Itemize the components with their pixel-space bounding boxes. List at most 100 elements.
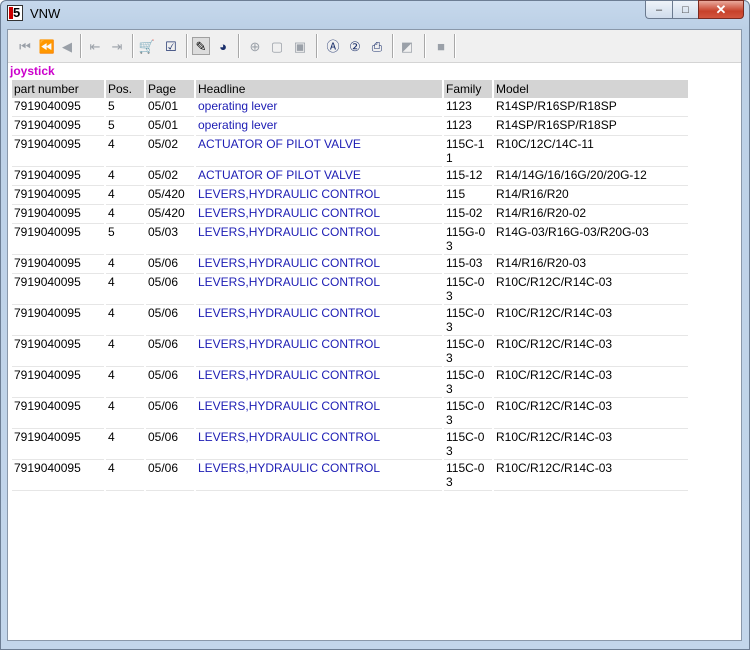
headline-link[interactable]: LEVERS,HYDRAULIC CONTROL bbox=[196, 336, 442, 367]
previous-record-icon: ◀ bbox=[62, 38, 72, 54]
first-record-icon: ⏮ bbox=[19, 38, 31, 54]
page-fit-button[interactable]: ▣ bbox=[291, 37, 309, 55]
stop-button[interactable]: ■ bbox=[432, 37, 450, 55]
eraser-button[interactable]: ◩ bbox=[398, 37, 416, 55]
model-cell: R10C/R12C/R14C-03 bbox=[494, 274, 688, 305]
part-number-cell: 7919040095 bbox=[12, 186, 104, 205]
header-page[interactable]: Page bbox=[146, 80, 194, 98]
previous-page-icon: ⏪ bbox=[38, 38, 56, 54]
minimize-button[interactable]: – bbox=[645, 0, 672, 19]
export-left-button[interactable]: ⇤ bbox=[86, 37, 104, 55]
part-number-cell: 7919040095 bbox=[12, 117, 104, 136]
model-cell: R10C/R12C/R14C-03 bbox=[494, 336, 688, 367]
page-fit-icon: ▣ bbox=[293, 38, 307, 54]
table-row[interactable]: 7919040095 4 05/06 LEVERS,HYDRAULIC CONTROL… bbox=[12, 255, 688, 274]
model-cell: R14SP/R16SP/R18SP bbox=[494, 117, 688, 136]
headline-link[interactable]: ACTUATOR OF PILOT VALVE bbox=[196, 136, 442, 167]
headline-link[interactable]: LEVERS,HYDRAULIC CONTROL bbox=[196, 205, 442, 224]
maximize-button[interactable]: □ bbox=[672, 0, 698, 19]
headline-link[interactable]: LEVERS,HYDRAULIC CONTROL bbox=[196, 274, 442, 305]
page-cell: 05/02 bbox=[146, 167, 194, 186]
page-view-button[interactable]: ▢ bbox=[268, 37, 286, 55]
header-part-number[interactable]: part number bbox=[12, 80, 104, 98]
table-row[interactable]: 7919040095 4 05/06 LEVERS,HYDRAULIC CONTROL… bbox=[12, 429, 688, 460]
pos-cell: 5 bbox=[106, 224, 144, 255]
search-a-button[interactable]: Ⓐ bbox=[324, 37, 342, 55]
model-cell: R10C/R12C/R14C-03 bbox=[494, 398, 688, 429]
checklist-icon: ☑ bbox=[165, 38, 177, 54]
app-icon[interactable]: 5 bbox=[7, 5, 23, 21]
search-2-button[interactable]: ② bbox=[346, 37, 364, 55]
toolbar-separator bbox=[80, 34, 82, 58]
model-cell: R10C/12C/14C-11 bbox=[494, 136, 688, 167]
table-row[interactable]: 7919040095 4 05/06 LEVERS,HYDRAULIC CONTROL… bbox=[12, 305, 688, 336]
header-headline[interactable]: Headline bbox=[196, 80, 442, 98]
table-row[interactable]: 7919040095 4 05/420 LEVERS,HYDRAULIC CONTRO… bbox=[12, 205, 688, 224]
export-left-icon: ⇤ bbox=[89, 38, 101, 54]
pos-cell: 4 bbox=[106, 205, 144, 224]
headline-link[interactable]: operating lever bbox=[196, 98, 442, 117]
family-cell: 115C-03 bbox=[444, 398, 492, 429]
family-cell: 115C-03 bbox=[444, 336, 492, 367]
table-row[interactable]: 7919040095 5 05/01 operating lever 1123 R14SP… bbox=[12, 117, 688, 136]
part-number-cell: 7919040095 bbox=[12, 224, 104, 255]
part-number-cell: 7919040095 bbox=[12, 205, 104, 224]
headline-link[interactable]: LEVERS,HYDRAULIC CONTROL bbox=[196, 305, 442, 336]
page-cell: 05/06 bbox=[146, 274, 194, 305]
headline-link[interactable]: operating lever bbox=[196, 117, 442, 136]
part-number-cell: 7919040095 bbox=[12, 429, 104, 460]
table-row[interactable]: 7919040095 5 05/03 LEVERS,HYDRAULIC CONTROL… bbox=[12, 224, 688, 255]
table-row[interactable]: 7919040095 4 05/02 ACTUATOR OF PILOT VALVE 1… bbox=[12, 167, 688, 186]
zoom-in-button[interactable]: ⊕ bbox=[246, 37, 264, 55]
client-area: ⏮ ⏪ ◀ ⇤ ⇥ 🛒 ☑ ✎ ◕ ⊕ ▢ ▣ Ⓐ ② ⎙ ◩ ■ joystick part number P… bbox=[7, 29, 742, 641]
headline-link[interactable]: LEVERS,HYDRAULIC CONTROL bbox=[196, 186, 442, 205]
headline-link[interactable]: LEVERS,HYDRAULIC CONTROL bbox=[196, 224, 442, 255]
cart-button[interactable]: 🛒 bbox=[138, 37, 156, 55]
model-cell: R10C/R12C/R14C-03 bbox=[494, 460, 688, 491]
export-right-button[interactable]: ⇥ bbox=[108, 37, 126, 55]
table-row[interactable]: 7919040095 4 05/02 ACTUATOR OF PILOT VALVE 1… bbox=[12, 136, 688, 167]
header-model[interactable]: Model bbox=[494, 80, 688, 98]
previous-page-button[interactable]: ⏪ bbox=[38, 37, 56, 55]
results-panel: joystick part number Pos. Page Headline … bbox=[8, 62, 741, 640]
first-record-button[interactable]: ⏮ bbox=[16, 37, 34, 55]
minimize-icon: – bbox=[655, 3, 663, 16]
table-row[interactable]: 7919040095 4 05/06 LEVERS,HYDRAULIC CONTROL… bbox=[12, 460, 688, 491]
page-cell: 05/02 bbox=[146, 136, 194, 167]
part-number-cell: 7919040095 bbox=[12, 305, 104, 336]
close-button[interactable]: ✕ bbox=[698, 0, 744, 19]
previous-record-button[interactable]: ◀ bbox=[58, 37, 76, 55]
headline-link[interactable]: LEVERS,HYDRAULIC CONTROL bbox=[196, 460, 442, 491]
table-row[interactable]: 7919040095 4 05/06 LEVERS,HYDRAULIC CONTROL… bbox=[12, 367, 688, 398]
headline-link[interactable]: LEVERS,HYDRAULIC CONTROL bbox=[196, 398, 442, 429]
table-row[interactable]: 7919040095 4 05/06 LEVERS,HYDRAULIC CONTROL… bbox=[12, 398, 688, 429]
print-button[interactable]: ⎙ bbox=[368, 37, 386, 55]
table-header-row: part number Pos. Page Headline Family Mo… bbox=[12, 80, 688, 98]
table-row[interactable]: 7919040095 4 05/420 LEVERS,HYDRAULIC CONTRO… bbox=[12, 186, 688, 205]
page-cell: 05/06 bbox=[146, 398, 194, 429]
table-row[interactable]: 7919040095 4 05/06 LEVERS,HYDRAULIC CONTROL… bbox=[12, 274, 688, 305]
globe-button[interactable]: ◕ bbox=[214, 37, 232, 55]
headline-link[interactable]: LEVERS,HYDRAULIC CONTROL bbox=[196, 429, 442, 460]
table-row[interactable]: 7919040095 5 05/01 operating lever 1123 R14SP… bbox=[12, 98, 688, 117]
headline-link[interactable]: LEVERS,HYDRAULIC CONTROL bbox=[196, 367, 442, 398]
header-pos[interactable]: Pos. bbox=[106, 80, 144, 98]
part-number-cell: 7919040095 bbox=[12, 274, 104, 305]
headline-link[interactable]: ACTUATOR OF PILOT VALVE bbox=[196, 167, 442, 186]
table-row[interactable]: 7919040095 4 05/06 LEVERS,HYDRAULIC CONTROL… bbox=[12, 336, 688, 367]
search-2-icon: ② bbox=[349, 38, 361, 54]
page-cell: 05/06 bbox=[146, 255, 194, 274]
checklist-button[interactable]: ☑ bbox=[162, 37, 180, 55]
header-family[interactable]: Family bbox=[444, 80, 492, 98]
page-cell: 05/420 bbox=[146, 205, 194, 224]
headline-link[interactable]: LEVERS,HYDRAULIC CONTROL bbox=[196, 255, 442, 274]
marker-icon: ✎ bbox=[195, 38, 207, 54]
search-term-label: joystick bbox=[10, 64, 55, 78]
model-cell: R14SP/R16SP/R18SP bbox=[494, 98, 688, 117]
toolbar-separator bbox=[238, 34, 240, 58]
pos-cell: 4 bbox=[106, 429, 144, 460]
toolbar-separator bbox=[316, 34, 318, 58]
title-bar[interactable]: 5 VNW – □ ✕ bbox=[0, 0, 750, 28]
page-view-icon: ▢ bbox=[270, 38, 284, 54]
marker-button[interactable]: ✎ bbox=[192, 37, 210, 55]
